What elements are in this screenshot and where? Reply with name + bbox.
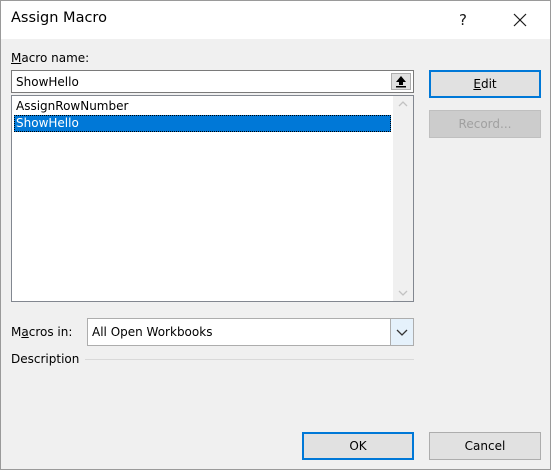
macro-name-field[interactable] [11, 70, 414, 93]
dropdown-button[interactable] [390, 319, 413, 345]
help-button[interactable]: ? [445, 5, 481, 35]
macros-in-label-prefix: M [11, 325, 22, 339]
macro-name-input[interactable] [16, 73, 386, 90]
list-scrollbar[interactable] [393, 96, 413, 301]
macro-name-label-mnemonic: M [11, 51, 22, 65]
macro-name-label: Macro name: [11, 51, 89, 65]
title-bar: Assign Macro ? [1, 1, 550, 39]
chevron-down-icon [398, 290, 408, 296]
macros-in-label-text: cros in: [28, 325, 73, 339]
assign-macro-dialog: Assign Macro ? Macro name: ShowHello Ass… [0, 0, 551, 470]
list-item[interactable]: ShowHello [14, 115, 391, 132]
ok-button[interactable]: OK [302, 432, 414, 460]
macro-name-label-text: acro name: [21, 51, 90, 65]
edit-button[interactable]: Edit [429, 70, 541, 98]
chevron-down-icon [396, 329, 408, 336]
cancel-button[interactable]: Cancel [429, 432, 541, 460]
macros-in-label-mnemonic: a [21, 325, 29, 339]
chevron-up-icon [398, 101, 408, 107]
record-button[interactable]: Record... [429, 110, 541, 138]
macro-list[interactable]: AssignRowNumber ShowHello [11, 95, 414, 302]
macros-in-value: All Open Workbooks [92, 325, 213, 339]
close-icon [513, 13, 527, 27]
macros-in-dropdown[interactable]: All Open Workbooks [87, 318, 414, 346]
macros-in-label: Macros in: [11, 325, 72, 339]
dialog-title: Assign Macro [11, 10, 107, 26]
list-item[interactable]: AssignRowNumber [14, 98, 391, 115]
description-divider [85, 359, 414, 360]
scroll-up-button[interactable] [393, 96, 413, 113]
close-button[interactable] [503, 5, 537, 35]
edit-button-label: dit [480, 77, 497, 91]
scroll-down-button[interactable] [393, 284, 413, 301]
collapse-dialog-button[interactable] [391, 73, 411, 90]
edit-button-mnemonic: E [473, 77, 481, 91]
description-label: Description [11, 352, 80, 366]
upload-arrow-icon [396, 76, 406, 88]
